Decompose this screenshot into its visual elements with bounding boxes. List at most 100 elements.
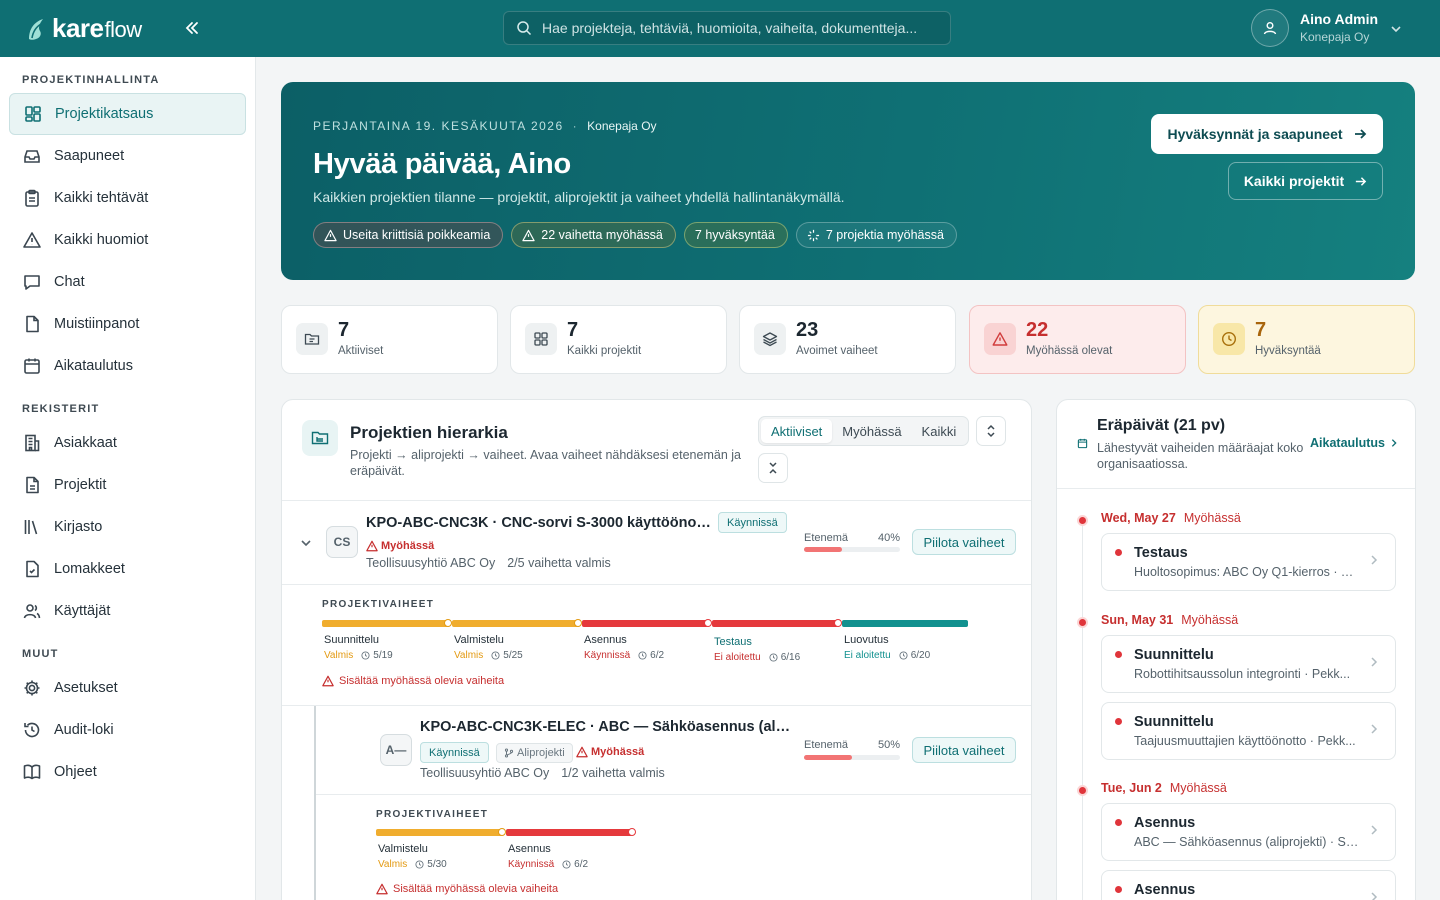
chip-approvals[interactable]: 7 hyväksyntää xyxy=(683,222,788,248)
stat-value: 7 xyxy=(567,319,579,341)
timeline-dot xyxy=(1077,515,1088,526)
sidebar-item-aikataulutus[interactable]: Aikataulutus xyxy=(9,345,246,387)
sidebar-item-lomakkeet[interactable]: Lomakkeet xyxy=(9,548,246,590)
phase-due: 5/19 xyxy=(361,650,393,661)
phase-item[interactable]: Suunnittelu Valmis 5/19 xyxy=(322,619,452,666)
chevrons-in-icon xyxy=(769,462,777,474)
project-row[interactable]: CS KPO-ABC-CNC3K · CNC-sorvi S-3000 käyt… xyxy=(282,501,1031,584)
hierarchy-subtitle: Projekti → aliprojekti → vaiheet. Avaa v… xyxy=(350,448,741,478)
deadline-task[interactable]: Suunnittelu Robottihitsaussolun integroin… xyxy=(1101,635,1396,693)
deadline-task[interactable]: Suunnittelu Taajuusmuuttajien käyttöönott… xyxy=(1101,702,1396,760)
phase-meta: Ei aloitettu 6/16 xyxy=(714,652,800,663)
phase-item[interactable]: Asennus Käynnissä 6/2 xyxy=(582,619,712,666)
status-badge: Käynnissä xyxy=(718,512,787,533)
phase-marker xyxy=(498,828,506,836)
clock-icon xyxy=(899,651,908,660)
sidebar-item-chat[interactable]: Chat xyxy=(9,261,246,303)
deadline-task[interactable]: Testaus Huoltosopimus: ABC Oy Q1-kierros … xyxy=(1101,533,1396,591)
phase-item[interactable]: Luovutus Ei aloitettu 6/20 xyxy=(842,620,972,666)
sidebar-item-kaikki-huomiot[interactable]: Kaikki huomiot xyxy=(9,219,246,261)
deadline-task[interactable]: Asennus ABC — Sähköasennus (aliprojekti) … xyxy=(1101,803,1396,861)
sidebar-item-muistiinpanot[interactable]: Muistiinpanot xyxy=(9,303,246,345)
collapse-sidebar-icon[interactable] xyxy=(182,18,202,38)
phase-meta: Käynnissä 6/2 xyxy=(508,859,588,870)
search-input[interactable] xyxy=(542,20,942,36)
phase-name: Valmistelu xyxy=(378,843,428,855)
sidebar-item-projektikatsaus[interactable]: Projektikatsaus xyxy=(9,93,246,135)
chip-label: 22 vaihetta myöhässä xyxy=(541,228,663,242)
global-search[interactable] xyxy=(503,11,951,45)
stat-all-projects[interactable]: 7 Kaikki projektit xyxy=(510,305,727,374)
phase-date: 6/2 xyxy=(574,859,589,870)
stat-active[interactable]: 7 Aktiiviset xyxy=(281,305,498,374)
sidebar-item-ohjeet[interactable]: Ohjeet xyxy=(9,751,246,793)
phase-due: 6/20 xyxy=(899,650,930,661)
hero-date: PERJANTAINA 19. KESÄKUUTA 2026 xyxy=(313,119,564,133)
expand-all-button[interactable] xyxy=(976,416,1006,446)
phase-item[interactable]: Valmistelu Valmis 5/25 xyxy=(452,619,582,666)
chevron-down-icon[interactable] xyxy=(1389,22,1403,36)
phase-date: 6/16 xyxy=(780,652,801,663)
filter-active[interactable]: Aktiiviset xyxy=(761,419,833,443)
sidebar-item-projektit[interactable]: Projektit xyxy=(9,464,246,506)
date-label: Wed, May 27 xyxy=(1101,511,1176,525)
logo[interactable]: kareflow xyxy=(26,15,142,43)
filter-all[interactable]: Kaikki xyxy=(912,419,967,443)
user-info: Aino Admin Konepaja Oy xyxy=(1300,11,1378,46)
filter-late[interactable]: Myöhässä xyxy=(832,419,911,443)
warning-icon xyxy=(984,323,1016,355)
user-org: Konepaja Oy xyxy=(1300,29,1370,44)
stat-label: Kaikki projektit xyxy=(567,345,642,357)
phase-item[interactable]: Asennus Käynnissä 6/2 xyxy=(506,828,636,875)
stat-late[interactable]: 22 Myöhässä olevat xyxy=(969,305,1186,374)
hide-phases-button[interactable]: Piilota vaiheet xyxy=(912,737,1016,763)
all-projects-button[interactable]: Kaikki projektit xyxy=(1228,162,1383,200)
late-phases-note: Sisältää myöhässä olevia vaiheita xyxy=(322,675,504,687)
phase-name: Luovutus xyxy=(844,634,889,646)
late-dot xyxy=(1115,651,1122,658)
sidebar-item-audit-loki[interactable]: Audit-loki xyxy=(9,709,246,751)
chevron-down-icon[interactable] xyxy=(299,536,313,550)
phase-date: 5/30 xyxy=(427,859,447,870)
scheduling-link[interactable]: Aikataulutus xyxy=(1310,436,1399,450)
sidebar-item-label: Käyttäjät xyxy=(54,603,111,619)
deadline-date: Wed, May 27 Myöhässä xyxy=(1101,511,1241,525)
stat-open-phases[interactable]: 23 Avoimet vaiheet xyxy=(739,305,956,374)
phase-bar xyxy=(712,620,838,627)
phase-item[interactable]: Valmistelu Valmis 5/30 xyxy=(376,828,506,875)
approvals-button-label: Hyväksynnät ja saapuneet xyxy=(1167,126,1343,142)
folder-icon xyxy=(296,323,328,355)
chip-critical-deviations[interactable]: Useita kriittisiä poikkeamia xyxy=(313,222,504,248)
phase-name: Valmistelu xyxy=(454,634,504,646)
approvals-button[interactable]: Hyväksynnät ja saapuneet xyxy=(1151,114,1383,154)
sidebar-item-asiakkaat[interactable]: Asiakkaat xyxy=(9,422,246,464)
project-name[interactable]: KPO-ABC-CNC3K · CNC-sorvi S-3000 käyttöö… xyxy=(366,515,712,531)
chip-late-projects[interactable]: 7 projektia myöhässä xyxy=(795,222,957,248)
calendar-icon xyxy=(22,356,42,376)
stat-label: Myöhässä olevat xyxy=(1026,345,1113,357)
user-menu[interactable]: Aino Admin Konepaja Oy xyxy=(1251,9,1401,47)
sidebar-item-kayttajat[interactable]: Käyttäjät xyxy=(9,590,246,632)
arrow-right-icon xyxy=(1356,176,1367,186)
library-icon xyxy=(22,517,42,537)
chevron-right-icon xyxy=(1368,891,1380,900)
building-icon xyxy=(22,433,42,453)
chevron-right-icon xyxy=(1368,723,1380,735)
avatar[interactable] xyxy=(1251,9,1289,47)
warning-icon xyxy=(522,229,535,241)
stat-approvals[interactable]: 7 Hyväksyntää xyxy=(1198,305,1415,374)
subproject-row[interactable]: A— KPO-ABC-CNC3K-ELEC · ABC — Sähköasenn… xyxy=(282,706,1031,794)
collapse-all-button[interactable] xyxy=(758,453,788,483)
date-label: Tue, Jun 2 xyxy=(1101,781,1162,795)
phase-bar xyxy=(842,620,968,627)
phase-item[interactable]: Testaus Ei aloitettu 6/16 xyxy=(712,619,842,666)
hide-phases-button[interactable]: Piilota vaiheet xyxy=(912,529,1016,555)
sidebar-item-kaikki-tehtavat[interactable]: Kaikki tehtävät xyxy=(9,177,246,219)
deadline-task[interactable]: Asennus xyxy=(1101,870,1396,900)
project-name[interactable]: KPO-ABC-CNC3K-ELEC · ABC — Sähköasennus … xyxy=(420,719,794,735)
clock-icon xyxy=(491,651,500,660)
sidebar-item-kirjasto[interactable]: Kirjasto xyxy=(9,506,246,548)
chip-late-phases[interactable]: 22 vaihetta myöhässä xyxy=(511,222,676,248)
sidebar-item-saapuneet[interactable]: Saapuneet xyxy=(9,135,246,177)
sidebar-item-asetukset[interactable]: Asetukset xyxy=(9,667,246,709)
